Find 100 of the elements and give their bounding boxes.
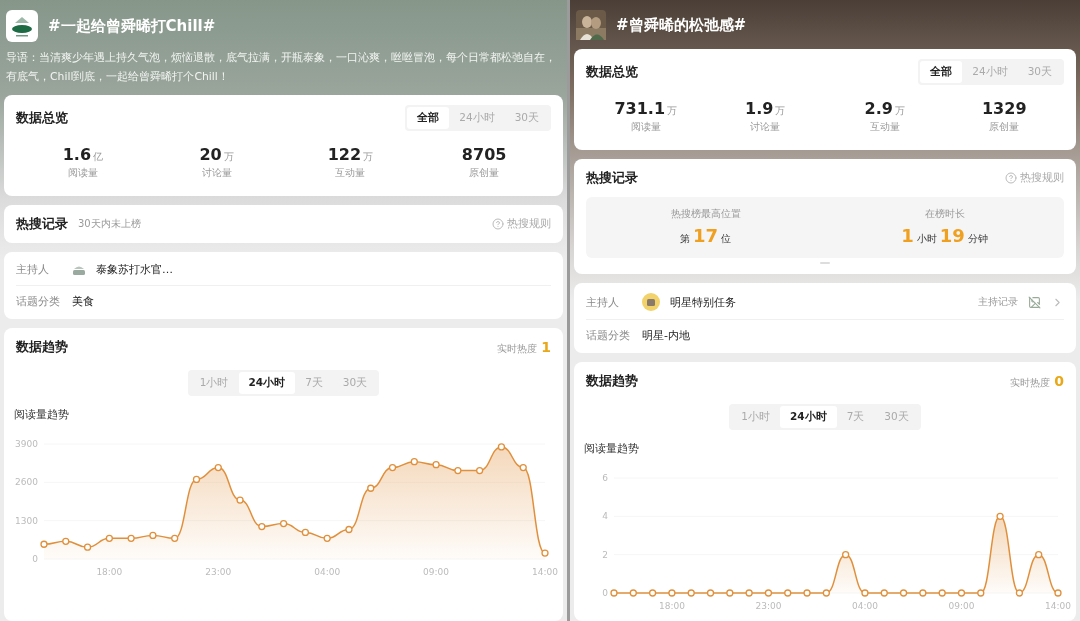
section-title: 数据趋势 [586, 372, 638, 390]
data-point [541, 549, 549, 557]
data-point [648, 589, 657, 597]
heat-label: 实时热度 [1010, 375, 1051, 390]
stat-label: 讨论量 [201, 166, 232, 180]
axis-label: 23:00 [755, 601, 782, 611]
field-label: 话题分类 [16, 294, 61, 309]
stat-value: 20 [199, 145, 222, 164]
data-point [784, 589, 792, 597]
data-point [938, 589, 946, 597]
section-title: 数据总览 [586, 63, 638, 81]
data-point [236, 496, 244, 504]
section-title: 数据总览 [16, 109, 68, 127]
range-tab[interactable]: 1小时 [731, 406, 780, 428]
category-value: 明星-内地 [642, 328, 690, 343]
axis-label: 18:00 [96, 567, 123, 577]
range-tab[interactable]: 7天 [836, 406, 875, 428]
stat-value: 122 [327, 145, 362, 164]
stat-unit: 万 [363, 150, 374, 164]
data-point [62, 537, 70, 545]
heat-value: 1 [541, 338, 551, 355]
data-point [822, 589, 830, 597]
range-tab[interactable]: 24小时 [238, 372, 296, 394]
record-unit: 小时 [916, 232, 937, 246]
rules-link[interactable]: 热搜规则 [1005, 171, 1064, 185]
data-point [410, 458, 418, 466]
data-point [764, 589, 773, 597]
axis-label: 09:00 [423, 567, 450, 577]
data-point [105, 534, 113, 542]
axis-label: 09:00 [948, 601, 975, 611]
data-point [497, 443, 506, 451]
category-value: 美食 [72, 294, 94, 309]
data-point [957, 589, 966, 597]
chart-title: 阅读量趋势 [14, 408, 69, 421]
data-point [432, 461, 440, 469]
axis-label: 2600 [15, 477, 38, 488]
host-record-link[interactable]: 主持记录 [978, 295, 1018, 309]
intro-text: 导语：当清爽少年遇上持久气泡，烦恼退散，底气拉满，开瓶泰象，一口沁爽，咝咝冒泡，每个日常都松弛自在，有底气，Chill到底，一起给曾舜晞打个Chill！ [6, 50, 557, 85]
stat-value: 1.9 [745, 99, 774, 118]
range-tab[interactable]: 24小时 [780, 406, 837, 428]
data-point [345, 525, 353, 534]
stat-value: 731.1 [614, 99, 666, 118]
axis-label: 0 [602, 588, 608, 598]
data-point [861, 589, 869, 597]
axis-label: 14:00 [1045, 601, 1071, 611]
data-point [1054, 589, 1062, 597]
field-label: 主持人 [16, 262, 50, 277]
data-point [1015, 589, 1024, 597]
stat-unit: 亿 [93, 150, 104, 164]
chart-title: 阅读量趋势 [584, 442, 639, 455]
data-point [214, 463, 222, 472]
host-name[interactable]: 明星特别任务 [670, 294, 736, 310]
record-number: 17 [692, 225, 719, 246]
data-point [726, 589, 734, 597]
page-indicator [820, 262, 830, 264]
range-tab[interactable]: 30天 [874, 406, 919, 428]
axis-label: 23:00 [205, 567, 232, 577]
stat-label: 互动量 [335, 166, 366, 180]
range-tab[interactable]: 30天 [504, 107, 549, 129]
data-point [171, 534, 179, 542]
axis-label: 2 [602, 549, 608, 560]
axis-label: 1300 [15, 515, 38, 526]
avatar-icon [642, 293, 660, 311]
range-tab[interactable]: 24小时 [962, 61, 1018, 83]
range-tab[interactable]: 30天 [1017, 61, 1062, 83]
topic-title: #曾舜晞的松弛感# [616, 15, 747, 35]
axis-label: 6 [602, 473, 608, 483]
logo-icon [6, 10, 38, 42]
record-label: 在榜时长 [924, 207, 965, 221]
range-tab[interactable]: 24小时 [449, 107, 505, 129]
range-tab[interactable]: 7天 [295, 372, 333, 394]
section-title: 热搜记录 [586, 169, 638, 187]
range-tab[interactable]: 1小时 [189, 372, 239, 394]
stat-label: 阅读量 [67, 166, 98, 180]
stat-label: 阅读量 [630, 120, 661, 134]
data-point [706, 589, 715, 597]
help-icon [492, 218, 504, 230]
axis-label: 14:00 [532, 567, 558, 577]
range-tab[interactable]: 全部 [920, 61, 963, 83]
stat-value: 2.9 [864, 99, 893, 118]
range-tab[interactable]: 30天 [332, 372, 378, 394]
data-point [258, 522, 266, 531]
stat-unit: 万 [223, 150, 234, 164]
data-point [519, 463, 527, 472]
data-point [127, 534, 135, 542]
heat-label: 实时热度 [497, 341, 538, 356]
section-title: 数据趋势 [16, 338, 68, 356]
data-point [388, 463, 397, 472]
topic-title: #一起给曾舜晞打Chill# [48, 16, 216, 36]
host-name[interactable]: 泰象苏打水官… [96, 262, 173, 277]
range-tab[interactable]: 全部 [407, 107, 450, 129]
data-point [668, 589, 676, 597]
record-label: 热搜榜最高位置 [670, 207, 741, 221]
data-point [301, 528, 310, 537]
record-number: 19 [939, 225, 965, 246]
rules-link[interactable]: 热搜规则 [492, 217, 551, 231]
record-unit: 位 [721, 232, 732, 246]
data-point [899, 589, 908, 597]
stat-label: 原创量 [989, 120, 1020, 134]
record-unit: 分钟 [967, 232, 988, 246]
